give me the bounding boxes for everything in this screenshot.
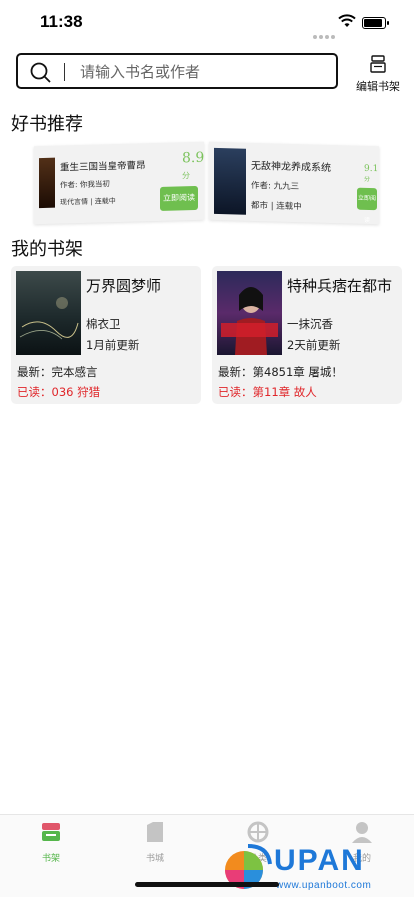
recommend-title: 好书推荐 [11, 114, 83, 135]
cellular-icon [313, 24, 337, 43]
book-meta: 现代言情 | 连载中 [60, 197, 116, 207]
bookstore-icon [147, 822, 163, 842]
read-progress: 已读：第11章 故人 [218, 385, 317, 399]
book-author: 作者: 九九三 [251, 180, 300, 193]
watermark-url: www.upanboot.com [276, 880, 372, 891]
edit-shelf-button[interactable]: 编辑书架 [352, 55, 404, 93]
book-score: 9.1分 [364, 163, 379, 183]
book-title: 万界圆梦师 [86, 277, 162, 295]
shelf-book-card[interactable]: 特种兵痞在都市 一抹沉香 2天前更新 最新：第4851章 屠城！ 已读：第11章… [212, 266, 402, 404]
category-icon [247, 821, 269, 843]
book-author: 作者: 你我当初 [60, 179, 110, 190]
recommend-card[interactable]: 重生三国当皇帝曹昂 8.9分 作者: 你我当初 现代言情 | 连载中 立即阅读 [34, 141, 205, 225]
read-now-button[interactable]: 立即阅读 [357, 187, 377, 224]
tab-bookstore[interactable]: 书城 [125, 821, 185, 864]
profile-icon [352, 822, 372, 843]
status-bar: 11:38 [0, 0, 414, 44]
book-update-time: 2天前更新 [287, 338, 341, 352]
book-cover [16, 271, 81, 355]
book-update-time: 1月前更新 [86, 338, 140, 352]
search-box[interactable] [16, 53, 338, 89]
text-cursor [64, 63, 65, 81]
book-author: 一抹沉香 [287, 317, 333, 331]
latest-chapter: 最新：第4851章 屠城！ [218, 365, 343, 379]
book-cover [217, 271, 282, 355]
bookshelf-icon [42, 823, 60, 841]
tab-bookshelf[interactable]: 书架 [21, 821, 81, 864]
book-score: 8.9分 [182, 149, 205, 181]
read-now-button[interactable]: 立即阅读 [160, 185, 198, 211]
book-cover [214, 147, 246, 215]
latest-chapter: 最新：完本感言 [17, 365, 98, 379]
search-input[interactable] [80, 60, 320, 84]
book-meta: 都市 | 连载中 [251, 200, 302, 213]
book-name: 无敌神龙养成系统 [251, 160, 331, 174]
watermark-brand: UPAN [274, 844, 365, 877]
tab-label: 书架 [41, 854, 60, 864]
read-progress: 已读：036 狩猎 [17, 385, 101, 399]
edit-shelf-icon [370, 55, 386, 73]
status-time: 11:38 [40, 12, 83, 31]
wifi-icon [338, 14, 356, 27]
search-icon [30, 62, 51, 83]
book-title: 特种兵痞在都市 [287, 277, 393, 295]
book-cover [39, 157, 55, 209]
shelf-title: 我的书架 [11, 239, 83, 260]
book-name: 重生三国当皇帝曹昂 [60, 160, 146, 174]
shelf-book-card[interactable]: 万界圆梦师 棉衣卫 1月前更新 最新：完本感言 已读：036 狩猎 [11, 266, 201, 404]
book-author: 棉衣卫 [86, 317, 121, 331]
edit-shelf-label: 编辑书架 [356, 80, 400, 93]
recommend-carousel[interactable]: 重生三国当皇帝曹昂 8.9分 作者: 你我当初 现代言情 | 连载中 立即阅读 … [34, 141, 384, 225]
home-indicator[interactable] [135, 882, 279, 887]
battery-icon [362, 17, 389, 29]
recommend-card[interactable]: 无敌神龙养成系统 9.1分 作者: 九九三 都市 | 连载中 立即阅读 [209, 141, 379, 225]
tab-label: 书城 [145, 854, 164, 864]
